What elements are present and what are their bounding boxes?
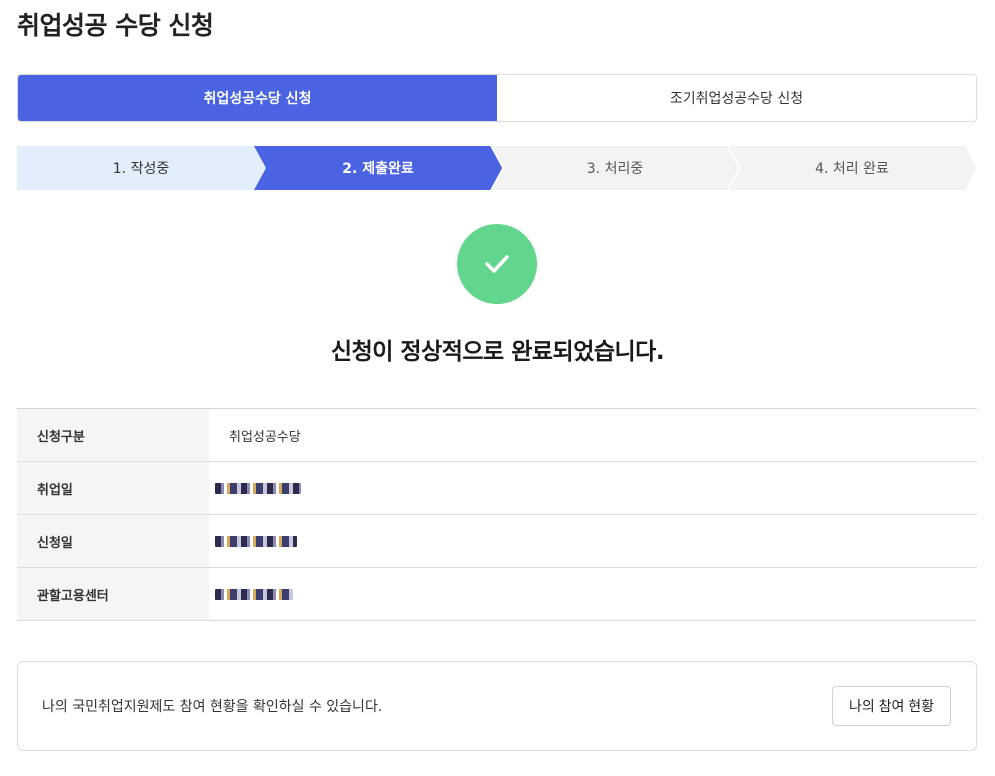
success-check-icon (457, 224, 537, 304)
application-type-tabs: 취업성공수당 신청 조기취업성공수당 신청 (17, 74, 977, 122)
redacted-value (215, 535, 297, 547)
step-2-submitted: 2. 제출완료 (342, 161, 414, 177)
info-key-employment-date: 취업일 (17, 462, 209, 514)
my-participation-status-button[interactable]: 나의 참여 현황 (831, 686, 951, 726)
info-key-jurisdiction-center: 관할고용센터 (17, 568, 209, 620)
info-value-application-date (209, 515, 977, 567)
table-row: 관할고용센터 (17, 568, 977, 621)
participation-notice: 나의 국민취업지원제도 참여 현황을 확인하실 수 있습니다. 나의 참여 현황 (17, 661, 977, 751)
step-4-processing-complete: 4. 처리 완료 (815, 161, 889, 177)
info-value-application-type: 취업성공수당 (229, 429, 301, 445)
info-key-application-date: 신청일 (17, 515, 209, 567)
info-key-application-type: 신청구분 (17, 409, 209, 461)
page-title: 취업성공 수당 신청 (17, 11, 214, 40)
notice-text: 나의 국민취업지원제도 참여 현황을 확인하실 수 있습니다. (42, 699, 383, 715)
table-row: 신청구분 취업성공수당 (17, 409, 977, 462)
tab-employment-success-allowance[interactable]: 취업성공수당 신청 (18, 75, 497, 121)
table-row: 취업일 (17, 462, 977, 515)
table-row: 신청일 (17, 515, 977, 568)
step-1-writing: 1. 작성중 (112, 161, 170, 177)
info-value-jurisdiction-center (209, 568, 977, 620)
completion-message: 신청이 정상적으로 완료되었습니다. (330, 339, 665, 365)
redacted-value (215, 482, 301, 494)
application-info-table: 신청구분 취업성공수당 취업일 신청일 관할고용센터 (17, 408, 977, 621)
progress-steps: 1. 작성중 2. 제출완료 3. 처리중 4. 처리 완료 (17, 146, 977, 190)
redacted-value (215, 588, 293, 600)
step-3-processing: 3. 처리중 (586, 161, 644, 177)
info-value-employment-date (209, 462, 977, 514)
tab-early-employment-success-allowance[interactable]: 조기취업성공수당 신청 (497, 75, 976, 121)
